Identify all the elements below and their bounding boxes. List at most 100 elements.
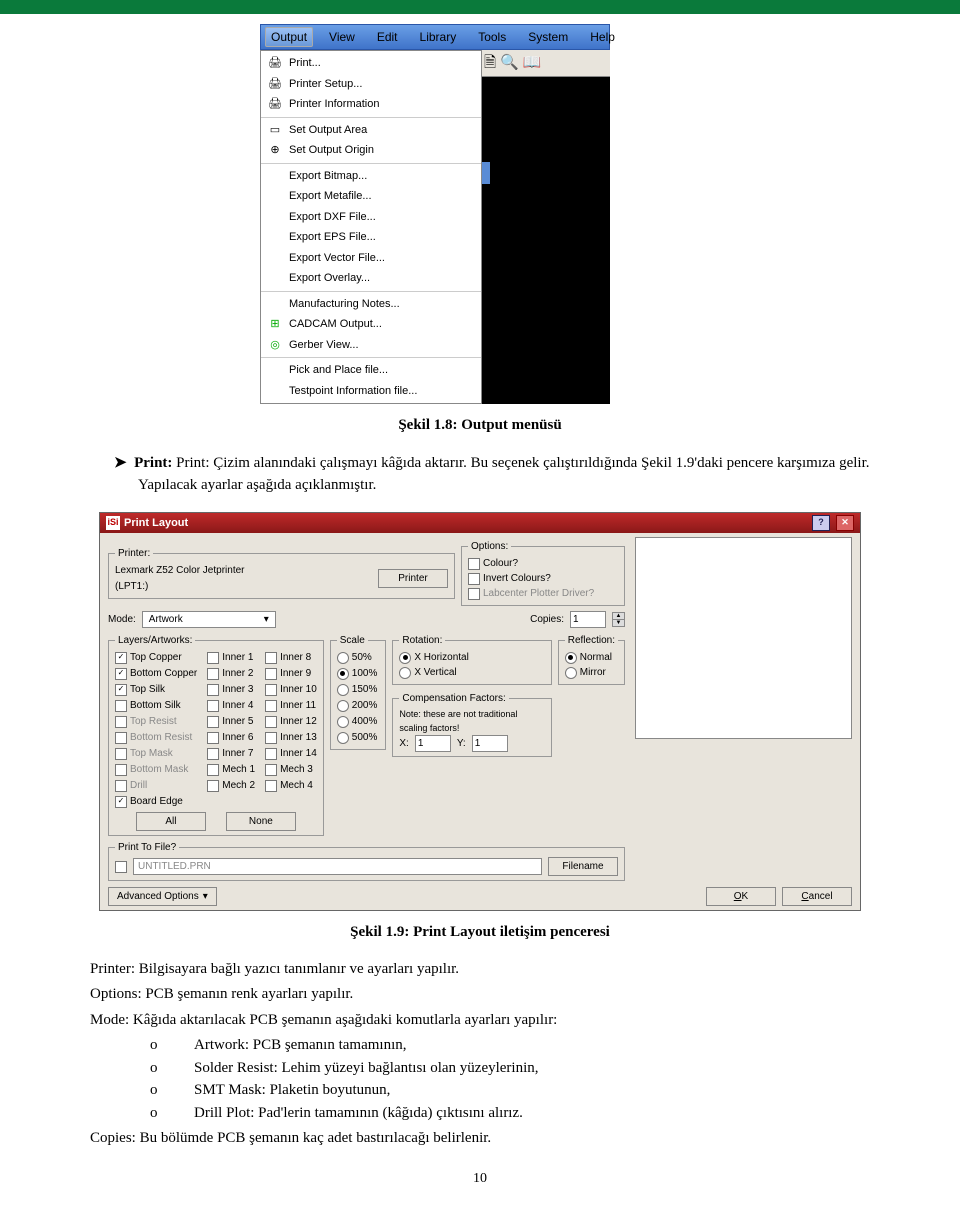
ptf-filename[interactable]: UNTITLED.PRN — [133, 858, 542, 875]
menu-gerber[interactable]: ◎Gerber View... — [261, 335, 481, 356]
menu-manuf-notes[interactable]: Manufacturing Notes... — [261, 294, 481, 315]
menu-help[interactable]: Help — [584, 27, 621, 47]
menu-printer-setup[interactable]: 🖨Printer Setup... — [261, 74, 481, 95]
layer-inner-9[interactable]: Inner 9 — [265, 666, 317, 681]
layer-top-copper[interactable]: ✓Top Copper — [115, 650, 197, 665]
menu-library[interactable]: Library — [414, 27, 463, 47]
copies-input[interactable]: 1 — [570, 611, 606, 628]
comp-y-input[interactable]: 1 — [472, 735, 508, 752]
refl-mirror[interactable]: Mirror — [565, 665, 618, 680]
chevron-down-icon: ▾ — [264, 612, 269, 627]
menu-edit[interactable]: Edit — [371, 27, 404, 47]
layer-board-edge[interactable]: ✓Board Edge — [115, 794, 197, 809]
printer-button[interactable]: Printer — [378, 569, 448, 588]
layer-bottom-resist[interactable]: Bottom Resist — [115, 730, 197, 745]
layer-inner-4[interactable]: Inner 4 — [207, 698, 255, 713]
layer-inner-8[interactable]: Inner 8 — [265, 650, 317, 665]
layer-inner-12[interactable]: Inner 12 — [265, 714, 317, 729]
menu-export-bitmap[interactable]: Export Bitmap... — [261, 166, 481, 187]
layer-inner-13[interactable]: Inner 13 — [265, 730, 317, 745]
area-icon: ▭ — [267, 123, 283, 137]
toolbar-right: 🗎 🔍 📖 — [482, 50, 610, 77]
layer-inner-10[interactable]: Inner 10 — [265, 682, 317, 697]
layer-mech-3[interactable]: Mech 3 — [265, 762, 317, 777]
menu-export-dxf[interactable]: Export DXF File... — [261, 207, 481, 228]
page-number: 10 — [90, 1168, 870, 1189]
tool-search-icon[interactable]: 🔍 — [500, 52, 519, 74]
selection-highlight — [482, 162, 490, 184]
menu-system[interactable]: System — [522, 27, 574, 47]
layer-bottom-mask[interactable]: Bottom Mask — [115, 762, 197, 777]
rot-vertical[interactable]: X Vertical — [399, 665, 544, 680]
gerber-icon: ◎ — [267, 338, 283, 352]
layer-top-silk[interactable]: ✓Top Silk — [115, 682, 197, 697]
opt-plotter[interactable]: Labcenter Plotter Driver? — [468, 586, 618, 601]
layer-bottom-silk[interactable]: Bottom Silk — [115, 698, 197, 713]
menu-export-eps[interactable]: Export EPS File... — [261, 227, 481, 248]
scale-100%[interactable]: 100% — [337, 666, 380, 681]
ptf-check[interactable] — [115, 861, 127, 873]
chevron-down-icon: ▾ — [203, 889, 208, 904]
copies-spinner[interactable]: ▲▼ — [612, 612, 625, 627]
menu-printer-info[interactable]: 🖨Printer Information — [261, 94, 481, 115]
menu-set-output-origin[interactable]: ⊕Set Output Origin — [261, 140, 481, 161]
help-button[interactable]: ? — [812, 515, 830, 531]
rot-horizontal[interactable]: X Horizontal — [399, 650, 544, 665]
filename-button[interactable]: Filename — [548, 857, 618, 876]
menu-export-overlay[interactable]: Export Overlay... — [261, 268, 481, 289]
opt-invert[interactable]: Invert Colours? — [468, 571, 618, 586]
layer-inner-11[interactable]: Inner 11 — [265, 698, 317, 713]
none-button[interactable]: None — [226, 812, 296, 831]
origin-icon: ⊕ — [267, 143, 283, 157]
layer-top-resist[interactable]: Top Resist — [115, 714, 197, 729]
screenshot-output-menu: Output View Edit Library Tools System He… — [260, 24, 610, 404]
menu-export-vector[interactable]: Export Vector File... — [261, 248, 481, 269]
layer-bottom-copper[interactable]: ✓Bottom Copper — [115, 666, 197, 681]
layer-inner-14[interactable]: Inner 14 — [265, 746, 317, 761]
layer-inner-1[interactable]: Inner 1 — [207, 650, 255, 665]
scale-200%[interactable]: 200% — [337, 698, 380, 713]
menu-cadcam[interactable]: ⊞CADCAM Output... — [261, 314, 481, 335]
scale-400%[interactable]: 400% — [337, 714, 380, 729]
comp-x-input[interactable]: 1 — [415, 735, 451, 752]
refl-normal[interactable]: Normal — [565, 650, 618, 665]
menu-print[interactable]: 🖨Print... — [261, 53, 481, 74]
printer-icon: 🖨 — [267, 56, 283, 70]
menu-pick-place[interactable]: Pick and Place file... — [261, 360, 481, 381]
menu-tools[interactable]: Tools — [472, 27, 512, 47]
scale-500%[interactable]: 500% — [337, 730, 380, 745]
layer-mech-2[interactable]: Mech 2 — [207, 778, 255, 793]
mode-label: Mode: — [108, 612, 136, 627]
layer-inner-7[interactable]: Inner 7 — [207, 746, 255, 761]
opt-colour[interactable]: Colour? — [468, 556, 618, 571]
scale-150%[interactable]: 150% — [337, 682, 380, 697]
layer-inner-5[interactable]: Inner 5 — [207, 714, 255, 729]
print-layout-dialog: iSi Print Layout ? ✕ Printer: Lexmark Z5… — [99, 512, 861, 912]
menu-testpoint-info[interactable]: Testpoint Information file... — [261, 381, 481, 402]
advanced-options-button[interactable]: Advanced Options▾ — [108, 887, 217, 906]
layer-inner-2[interactable]: Inner 2 — [207, 666, 255, 681]
menu-view[interactable]: View — [323, 27, 361, 47]
ok-button[interactable]: OK — [706, 887, 776, 906]
menu-set-output-area[interactable]: ▭Set Output Area — [261, 120, 481, 141]
all-button[interactable]: All — [136, 812, 206, 831]
layer-mech-4[interactable]: Mech 4 — [265, 778, 317, 793]
tool-book-icon[interactable]: 📖 — [523, 52, 542, 74]
layer-inner-6[interactable]: Inner 6 — [207, 730, 255, 745]
layer-drill[interactable]: Drill — [115, 778, 197, 793]
scale-50%[interactable]: 50% — [337, 650, 380, 665]
close-button[interactable]: ✕ — [836, 515, 854, 531]
reflection-legend: Reflection: — [565, 633, 618, 648]
layer-mech-1[interactable]: Mech 1 — [207, 762, 255, 777]
layer-top-mask[interactable]: Top Mask — [115, 746, 197, 761]
mode-select[interactable]: Artwork▾ — [142, 611, 276, 628]
canvas-area: 🗎 🔍 📖 — [482, 50, 610, 404]
output-dropdown: 🖨Print... 🖨Printer Setup... 🖨Printer Inf… — [260, 50, 482, 404]
cancel-button[interactable]: Cancel — [782, 887, 852, 906]
menu-export-metafile[interactable]: Export Metafile... — [261, 186, 481, 207]
dialog-title: Print Layout — [124, 515, 188, 532]
tool-icon[interactable]: 🗎 — [484, 52, 496, 74]
layer-inner-3[interactable]: Inner 3 — [207, 682, 255, 697]
menu-output[interactable]: Output — [265, 27, 313, 47]
caption-2: Şekil 1.9: Print Layout iletişim pencere… — [90, 921, 870, 944]
